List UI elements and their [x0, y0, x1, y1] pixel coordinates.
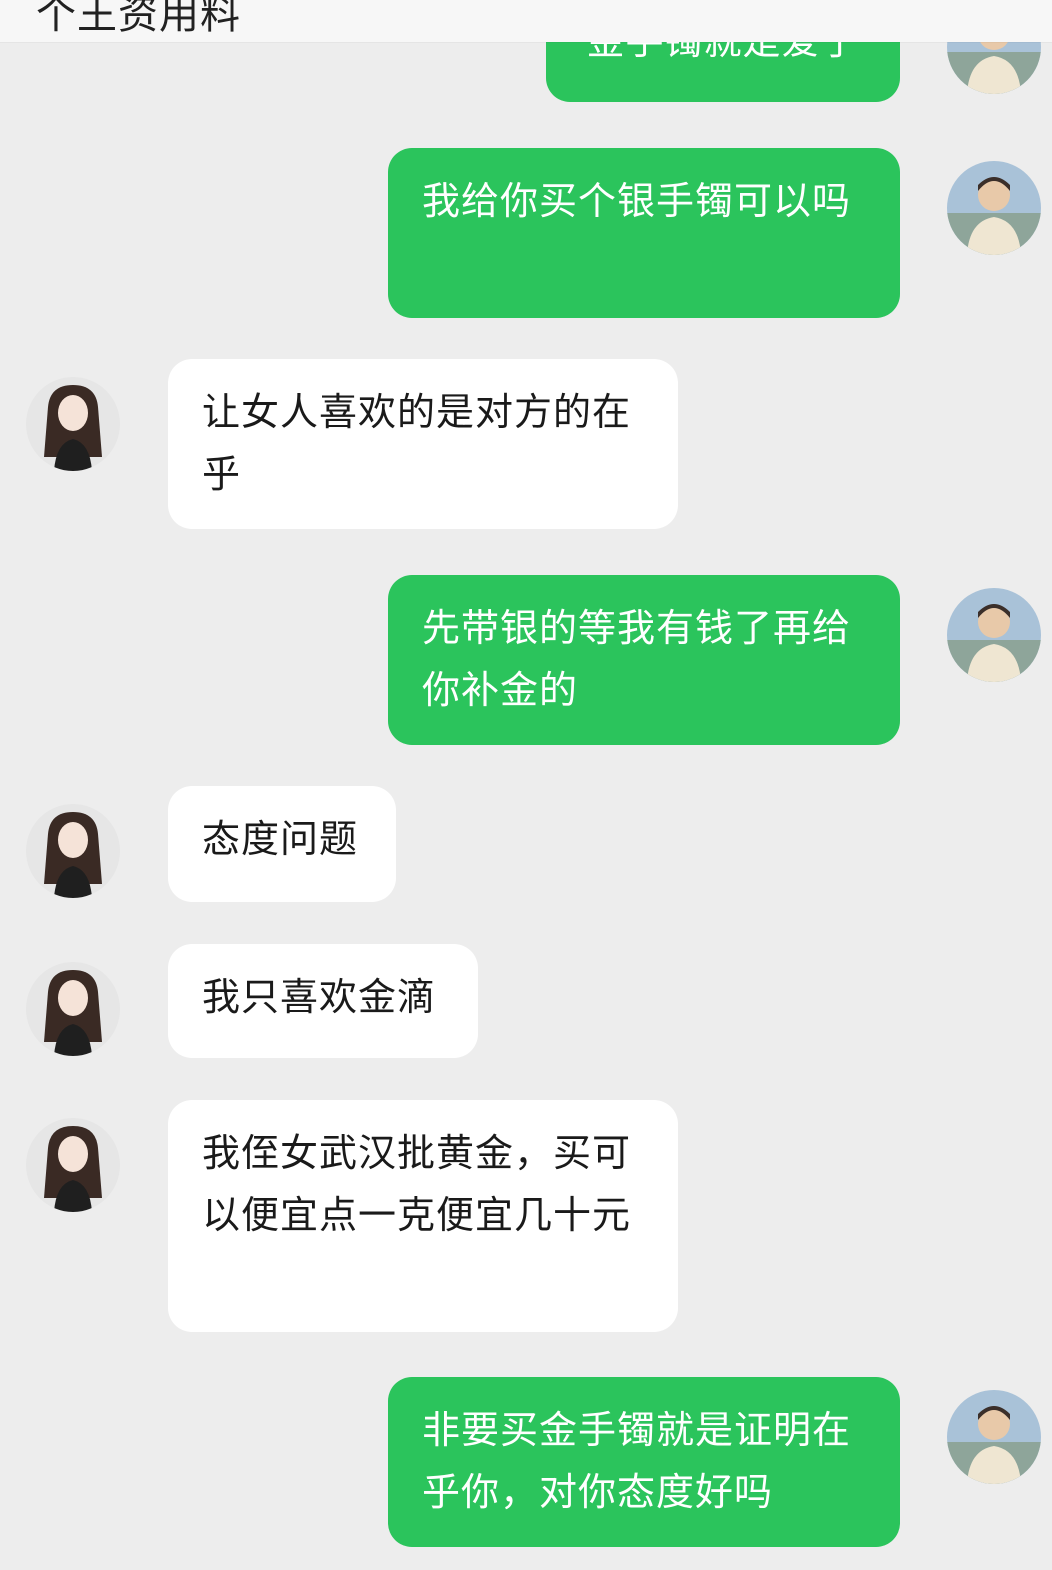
message-bubble[interactable]: 我给你买个银手镯可以吗: [388, 148, 900, 318]
message-text: 我只喜欢金滴: [202, 975, 437, 1019]
user-avatar[interactable]: [947, 588, 1041, 682]
message-bubble[interactable]: 先带银的等我有钱了再给你补金的: [388, 575, 900, 745]
message-text: 态度问题: [202, 817, 359, 861]
contact-avatar[interactable]: [26, 804, 120, 898]
message-text: 先带银的等我有钱了再给你补金的: [422, 606, 852, 712]
message-text: 非要买金手镯就是证明在乎你，对你态度好吗: [422, 1408, 852, 1514]
woman-avatar-icon: [26, 962, 120, 1056]
contact-avatar[interactable]: [26, 962, 120, 1056]
user-avatar[interactable]: [947, 161, 1041, 255]
chat-title: 个王资用料: [36, 0, 241, 38]
man-avatar-icon: [947, 588, 1041, 682]
user-avatar[interactable]: [947, 1390, 1041, 1484]
woman-avatar-icon: [26, 377, 120, 471]
contact-avatar[interactable]: [26, 377, 120, 471]
chat-area: 金手镯就是爱了 我给你买个银手镯可以吗: [0, 0, 1052, 1570]
woman-avatar-icon: [26, 804, 120, 898]
message-bubble[interactable]: 我侄女武汉批黄金，买可以便宜点一克便宜几十元: [168, 1100, 678, 1332]
message-text: 我给你买个银手镯可以吗: [422, 179, 852, 223]
man-avatar-icon: [947, 1390, 1041, 1484]
message-text: 让女人喜欢的是对方的在乎: [202, 390, 632, 496]
message-bubble[interactable]: 态度问题: [168, 786, 396, 902]
message-bubble[interactable]: 让女人喜欢的是对方的在乎: [168, 359, 678, 529]
message-text: 我侄女武汉批黄金，买可以便宜点一克便宜几十元: [202, 1131, 632, 1237]
chat-header: 个王资用料: [0, 0, 1052, 42]
message-bubble[interactable]: 非要买金手镯就是证明在乎你，对你态度好吗: [388, 1377, 900, 1547]
message-bubble[interactable]: 我只喜欢金滴: [168, 944, 478, 1058]
contact-avatar[interactable]: [26, 1118, 120, 1212]
woman-avatar-icon: [26, 1118, 120, 1212]
man-avatar-icon: [947, 161, 1041, 255]
